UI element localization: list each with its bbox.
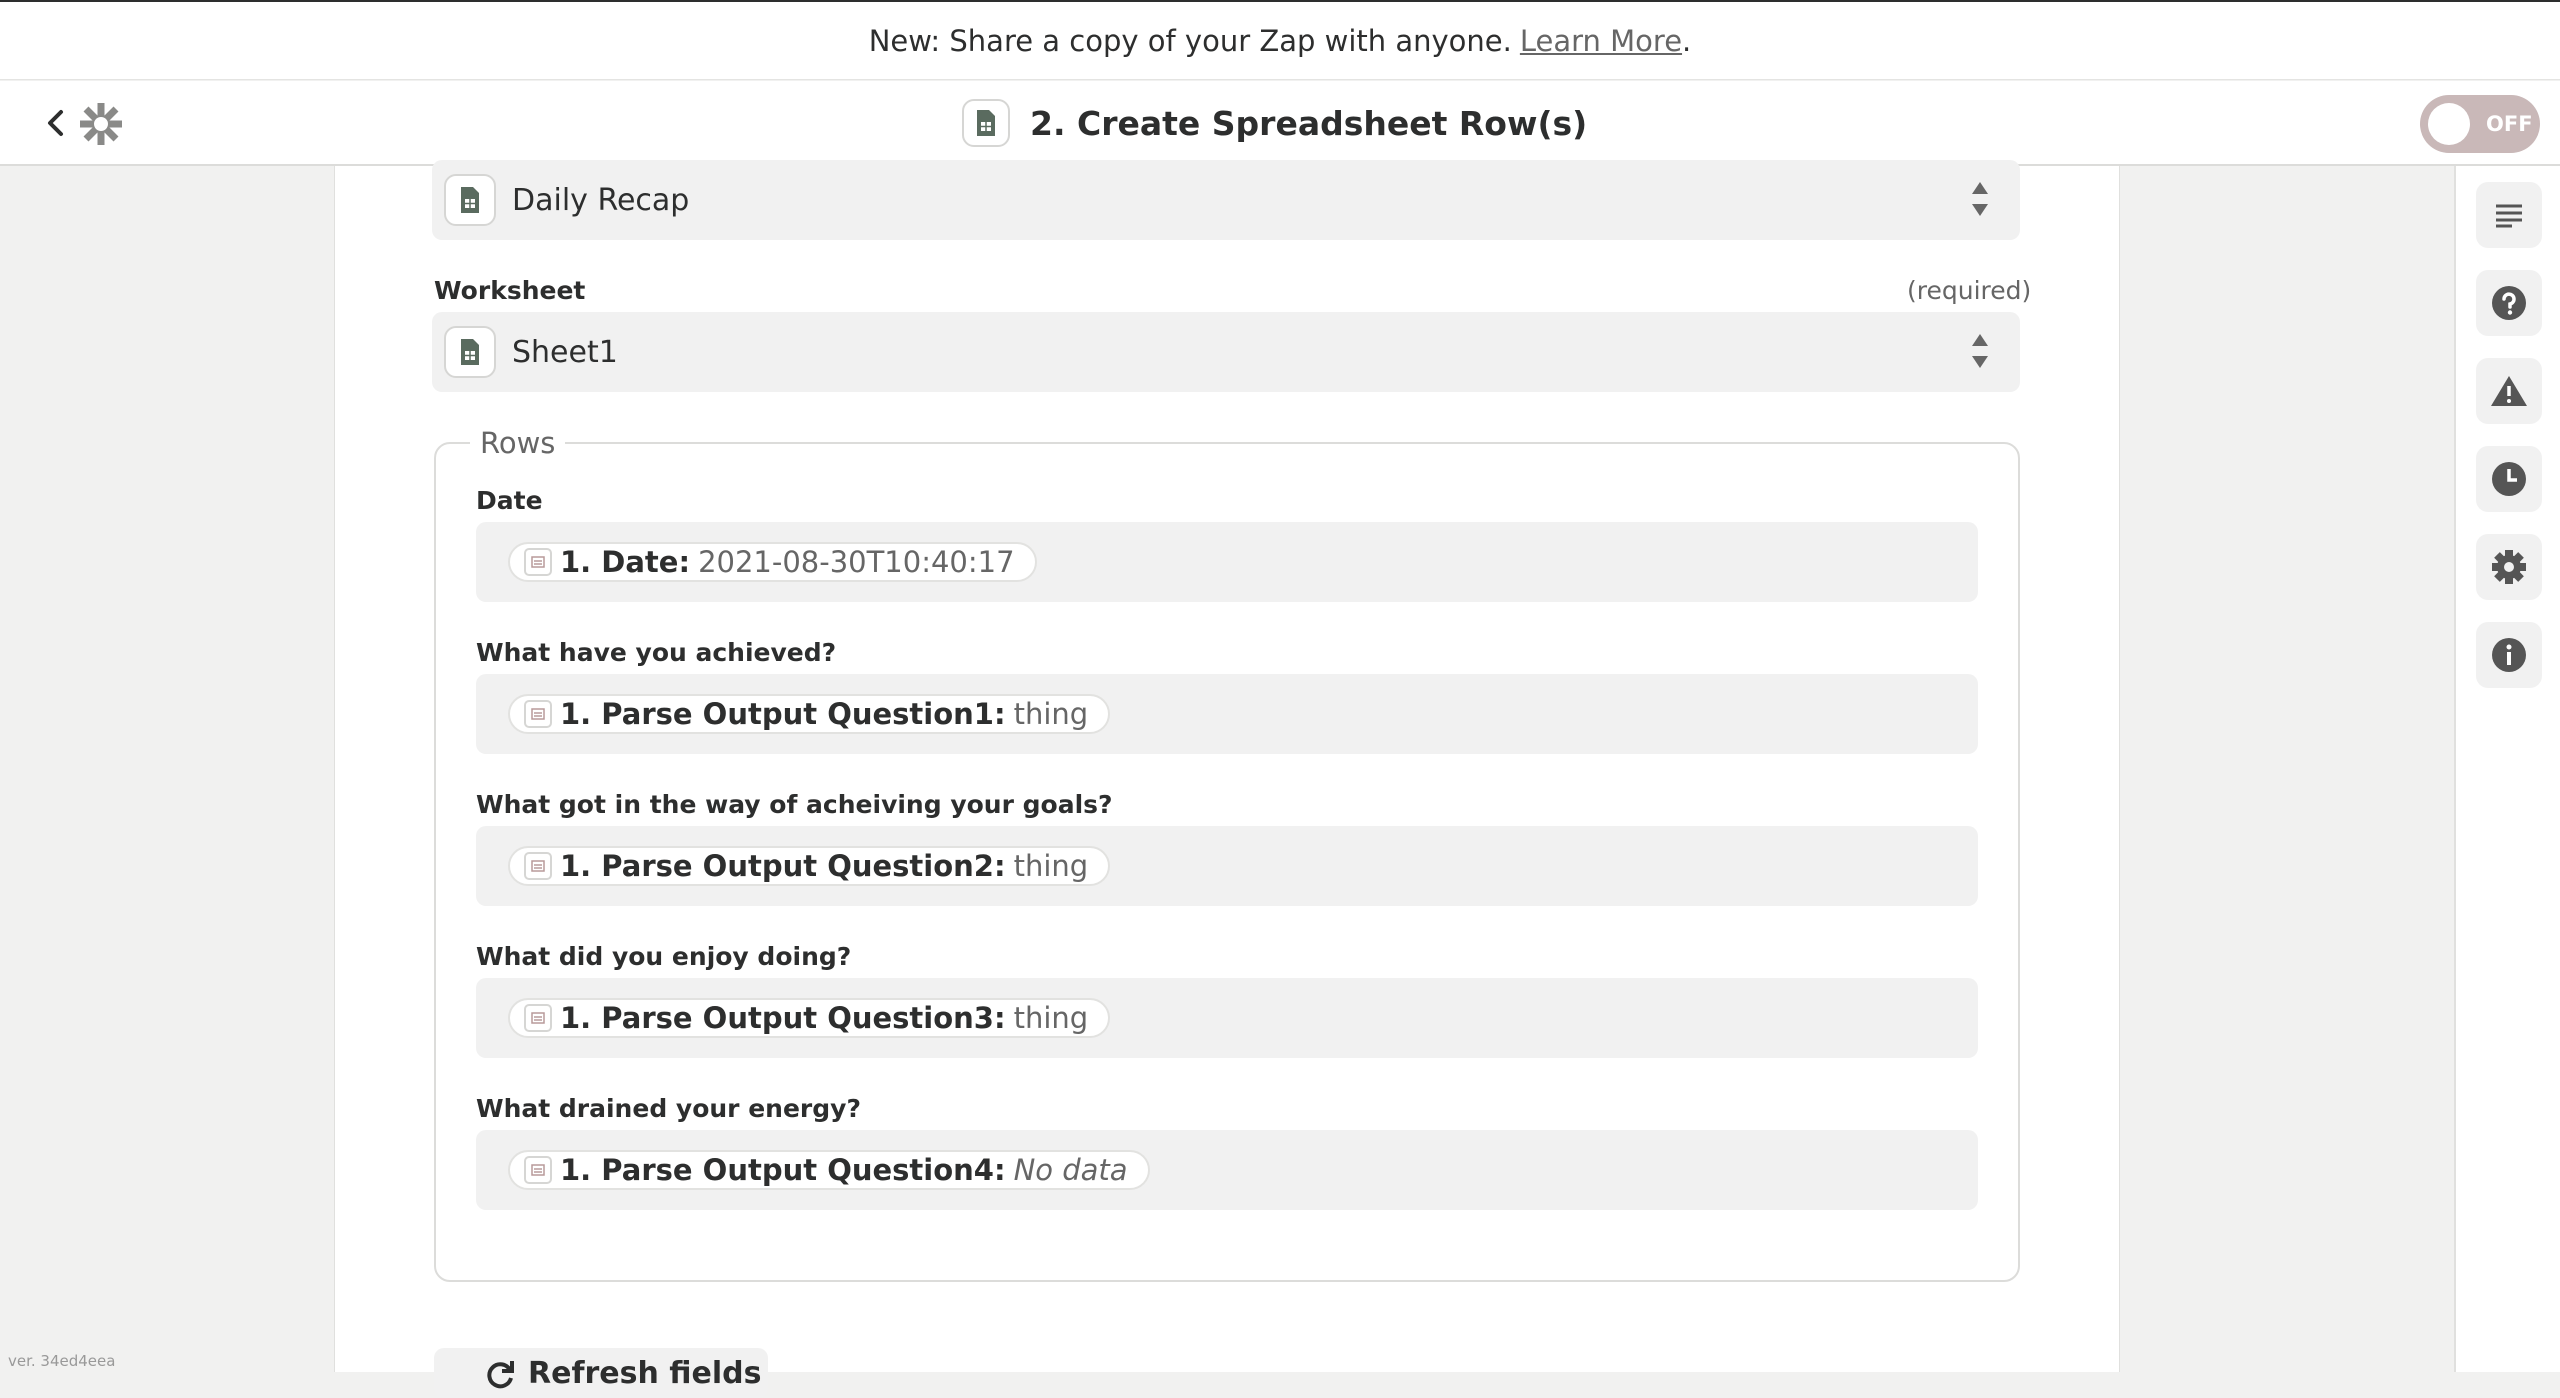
pill-value-nodata: No data <box>1013 1153 1128 1187</box>
pill-value: 2021-08-30T10:40:17 <box>698 545 1015 579</box>
row-field-input[interactable]: 1. Parse Output Question2: thing <box>476 826 1978 906</box>
outline-icon <box>2496 204 2522 228</box>
typeform-icon <box>524 1004 552 1032</box>
mapped-field-pill[interactable]: 1. Parse Output Question3: thing <box>508 998 1111 1038</box>
spreadsheet-value: Daily Recap <box>512 182 690 218</box>
editor-header: 2. Create Spreadsheet Row(s) OFF <box>0 81 2560 166</box>
row-field-input[interactable]: 1. Parse Output Question4: No data <box>476 1130 1978 1210</box>
pill-key: 1. Parse Output Question3: <box>560 1001 1006 1035</box>
announcement-banner: New: Share a copy of your Zap with anyon… <box>0 0 2560 80</box>
outline-button[interactable] <box>2476 182 2542 248</box>
row-field-input[interactable]: 1. Parse Output Question1: thing <box>476 674 1978 754</box>
worksheet-select[interactable]: Sheet1 <box>432 312 2020 392</box>
history-icon <box>2492 462 2526 496</box>
alerts-button[interactable] <box>2476 358 2542 424</box>
select-arrows-icon <box>1972 334 1988 368</box>
refresh-fields-label: Refresh fields <box>528 1356 762 1391</box>
typeform-icon <box>524 700 552 728</box>
pill-key: 1. Parse Output Question4: <box>560 1153 1006 1187</box>
row-field-input[interactable]: 1. Parse Output Question3: thing <box>476 978 1978 1058</box>
pill-key: 1. Parse Output Question2: <box>560 849 1006 883</box>
google-sheets-icon <box>444 326 496 378</box>
row-field-label: What got in the way of acheiving your go… <box>476 790 1113 819</box>
refresh-icon <box>487 1361 514 1389</box>
pill-value: thing <box>1013 697 1089 731</box>
pill-key: 1. Parse Output Question1: <box>560 697 1006 731</box>
mapped-field-pill[interactable]: 1. Parse Output Question4: No data <box>508 1150 1150 1190</box>
google-sheets-icon <box>444 174 496 226</box>
spreadsheet-select[interactable]: Daily Recap <box>432 160 2020 240</box>
rows-legend: Rows <box>470 426 566 460</box>
worksheet-label: Worksheet <box>434 276 586 305</box>
typeform-icon <box>524 1156 552 1184</box>
mapped-field-pill[interactable]: 1. Parse Output Question1: thing <box>508 694 1111 734</box>
pill-value: thing <box>1013 1001 1089 1035</box>
select-arrows-icon <box>1972 182 1988 216</box>
row-field-label: What drained your energy? <box>476 1094 861 1123</box>
info-icon <box>2492 638 2526 672</box>
zapier-logo-icon[interactable] <box>78 101 124 147</box>
typeform-icon <box>524 852 552 880</box>
help-button[interactable] <box>2476 270 2542 336</box>
step-title-group: 2. Create Spreadsheet Row(s) <box>962 97 1587 149</box>
zap-on-off-toggle[interactable]: OFF <box>2420 95 2540 153</box>
required-indicator: (required) <box>1907 276 2032 305</box>
refresh-fields-button[interactable]: Refresh fields <box>434 1348 768 1398</box>
right-sidebar <box>2454 166 2560 1372</box>
toggle-knob <box>2428 103 2470 145</box>
warning-icon <box>2491 376 2527 406</box>
chevron-left-icon <box>48 110 63 136</box>
mapped-field-pill[interactable]: 1. Date: 2021-08-30T10:40:17 <box>508 542 1037 582</box>
settings-icon <box>2492 550 2526 584</box>
banner-suffix: . <box>1682 23 1692 58</box>
worksheet-value: Sheet1 <box>512 334 618 370</box>
google-sheets-icon <box>962 99 1010 147</box>
row-field-label: What have you achieved? <box>476 638 837 667</box>
pill-key: 1. Date: <box>560 545 691 579</box>
version-label: ver. 34ed4eea <box>8 1352 116 1370</box>
help-icon <box>2492 286 2526 320</box>
step-title: 2. Create Spreadsheet Row(s) <box>1030 103 1588 143</box>
history-button[interactable] <box>2476 446 2542 512</box>
back-button[interactable] <box>38 103 72 143</box>
info-button[interactable] <box>2476 622 2542 688</box>
mapped-field-pill[interactable]: 1. Parse Output Question2: thing <box>508 846 1111 886</box>
typeform-icon <box>524 548 552 576</box>
row-field-input[interactable]: 1. Date: 2021-08-30T10:40:17 <box>476 522 1978 602</box>
banner-text: New: Share a copy of your Zap with anyon… <box>868 23 1512 58</box>
pill-value: thing <box>1013 849 1089 883</box>
row-field-label: Date <box>476 486 543 515</box>
row-field-label: What did you enjoy doing? <box>476 942 852 971</box>
learn-more-link[interactable]: Learn More <box>1520 24 1682 58</box>
toggle-label: OFF <box>2486 112 2533 136</box>
settings-button[interactable] <box>2476 534 2542 600</box>
